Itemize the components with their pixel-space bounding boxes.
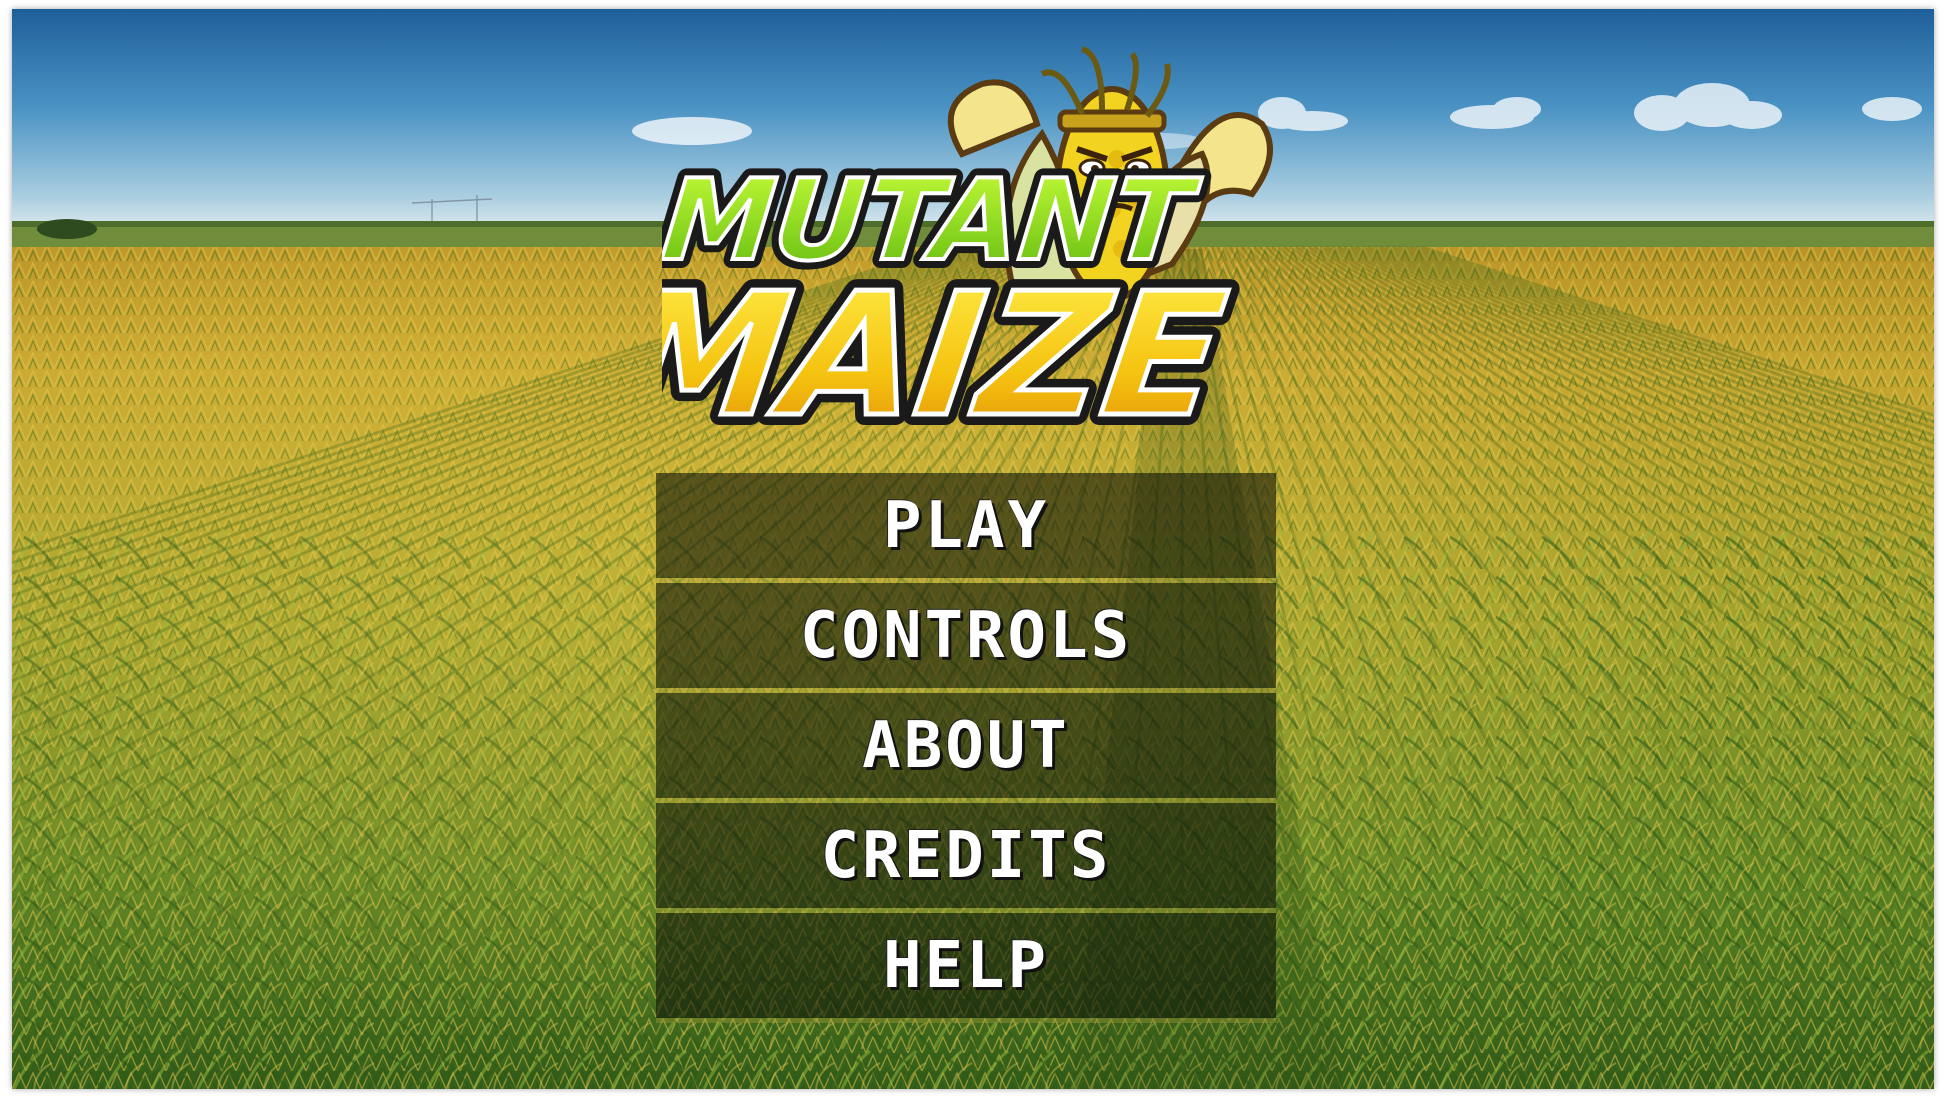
main-menu: PLAY CONTROLS ABOUT CREDITS HELP (656, 473, 1276, 1023)
help-button-label: HELP (882, 928, 1050, 1003)
credits-button[interactable]: CREDITS (656, 803, 1276, 913)
about-button-label: ABOUT (862, 708, 1070, 783)
help-button[interactable]: HELP (656, 913, 1276, 1023)
title-line2: MAIZE (662, 257, 1235, 444)
credits-button-label: CREDITS (820, 818, 1112, 893)
game-logo: MUTANT MUTANT MAIZE MAIZE (662, 46, 1273, 444)
controls-button-label: CONTROLS (799, 598, 1133, 673)
about-button[interactable]: ABOUT (656, 693, 1276, 803)
game-screen: MUTANT MUTANT MAIZE MAIZE PLAY CONTROLS … (12, 9, 1934, 1089)
play-button[interactable]: PLAY (656, 473, 1276, 583)
controls-button[interactable]: CONTROLS (656, 583, 1276, 693)
play-button-label: PLAY (882, 488, 1050, 563)
title-text: MUTANT MUTANT MAIZE MAIZE (662, 147, 1246, 444)
